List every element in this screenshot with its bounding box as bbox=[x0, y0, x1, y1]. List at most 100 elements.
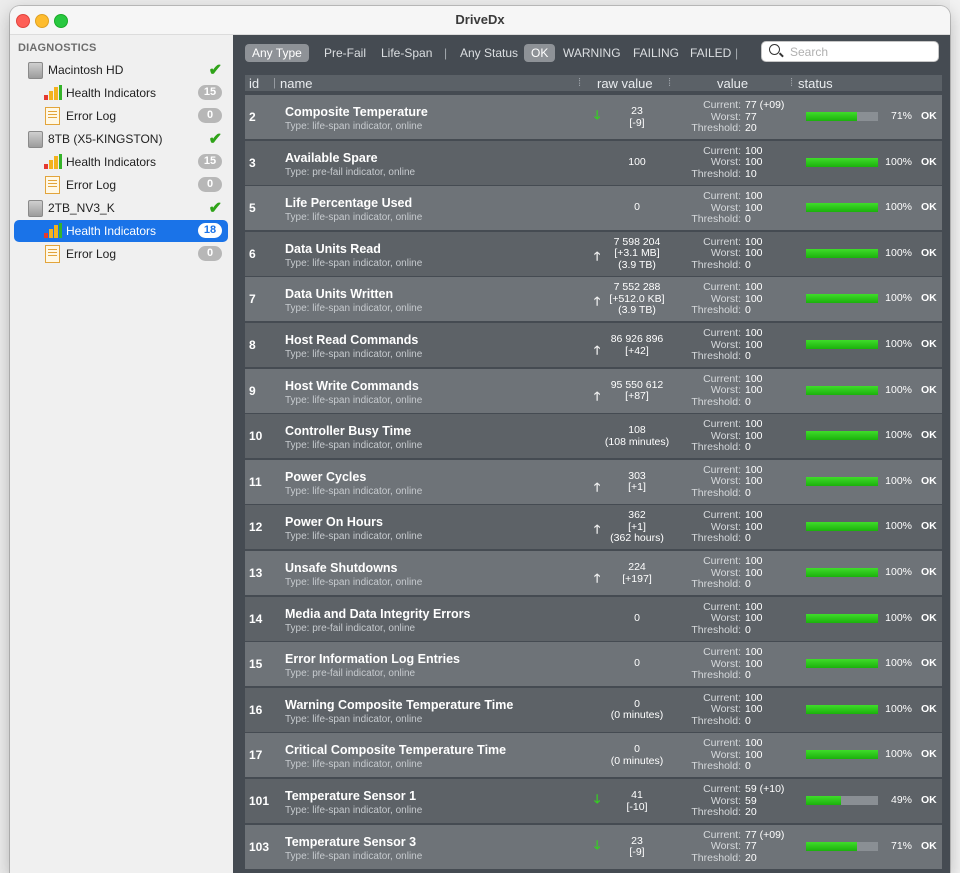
value-numbers: 100 100 0 bbox=[745, 282, 805, 317]
sidebar-drive[interactable]: 8TB (X5-KINGSTON) ✔ bbox=[14, 128, 228, 150]
row-type: Type: life-span indicator, online bbox=[285, 394, 423, 406]
table-row[interactable]: 101 Temperature Sensor 1 Type: life-span i… bbox=[245, 779, 942, 823]
raw-value-line: [-9] bbox=[629, 116, 645, 129]
raw-value-line: [+197] bbox=[622, 572, 652, 585]
filter-separator: | bbox=[444, 46, 448, 60]
table-row[interactable]: 8 Host Read Commands Type: life-span indic… bbox=[245, 323, 942, 367]
zoom-window-button[interactable] bbox=[54, 14, 68, 28]
filter-failed[interactable]: FAILED bbox=[690, 46, 731, 60]
raw-value: 108 (108 minutes) bbox=[597, 425, 677, 448]
health-bar-fill bbox=[806, 704, 878, 714]
table-row[interactable]: 16 Warning Composite Temperature Time Type… bbox=[245, 687, 942, 732]
close-window-button[interactable] bbox=[16, 14, 30, 28]
row-name: Data Units Written bbox=[285, 287, 394, 302]
health-bar bbox=[806, 431, 878, 441]
filter-pre-fail[interactable]: Pre-Fail bbox=[324, 46, 366, 60]
search-input[interactable] bbox=[788, 43, 932, 61]
threshold-label: Threshold: bbox=[691, 851, 741, 864]
sidebar-item-health-indicators[interactable]: Health Indicators 18 bbox=[14, 220, 228, 242]
sidebar: DIAGNOSTICS Macintosh HD ✔ Health Indicato… bbox=[10, 35, 233, 873]
value-numbers: 100 100 0 bbox=[745, 464, 805, 500]
filter-failing[interactable]: FAILING bbox=[633, 46, 679, 60]
search-field[interactable] bbox=[761, 41, 939, 62]
log-document-icon bbox=[45, 176, 60, 194]
sidebar-drive[interactable]: Macintosh HD ✔ bbox=[14, 59, 228, 81]
sidebar-item-label: Health Indicators bbox=[66, 155, 157, 169]
column-separator: | bbox=[273, 77, 276, 89]
status-label: OK bbox=[921, 246, 937, 259]
raw-value-line: 224 bbox=[628, 561, 646, 573]
table-row[interactable]: 15 Error Information Log Entries Type: pre… bbox=[245, 642, 942, 687]
health-bar bbox=[806, 613, 878, 623]
value-numbers: 100 100 10 bbox=[745, 145, 805, 181]
table-row[interactable]: 6 Data Units Read Type: life-span indicato… bbox=[245, 231, 942, 276]
value-labels: Current: Worst: Threshold: bbox=[685, 647, 741, 682]
table-row[interactable]: 17 Critical Composite Temperature Time Typ… bbox=[245, 733, 942, 778]
raw-value-line: [+1] bbox=[628, 481, 646, 494]
value-numbers: 100 100 0 bbox=[745, 191, 805, 226]
column-status[interactable]: status bbox=[798, 76, 833, 91]
row-id: 13 bbox=[249, 566, 263, 580]
raw-value-line: (0 minutes) bbox=[610, 754, 664, 767]
sidebar-item-error-log[interactable]: Error Log 0 bbox=[14, 105, 228, 127]
filter-any-type[interactable]: Any Type bbox=[245, 44, 309, 62]
raw-value-line: (362 hours) bbox=[610, 532, 664, 545]
sidebar-item-health-indicators[interactable]: Health Indicators 15 bbox=[14, 151, 228, 173]
status-label: OK bbox=[921, 155, 937, 168]
drive-name: 8TB (X5-KINGSTON) bbox=[48, 132, 163, 146]
filter-any-status[interactable]: Any Status bbox=[460, 46, 518, 60]
sidebar-drive[interactable]: 2TB_NV3_K ✔ bbox=[14, 197, 228, 219]
table-row[interactable]: 12 Power On Hours Type: life-span indicato… bbox=[245, 505, 942, 550]
row-type: Type: life-span indicator, online bbox=[285, 212, 423, 224]
threshold-value: 0 bbox=[745, 714, 751, 727]
table-row[interactable]: 14 Media and Data Integrity Errors Type: p… bbox=[245, 596, 942, 641]
table-row[interactable]: 9 Host Write Commands Type: life-span indi… bbox=[245, 368, 942, 413]
threshold-label: Threshold: bbox=[691, 532, 741, 545]
worst-label: Worst: bbox=[710, 840, 741, 853]
current-value: 100 bbox=[745, 418, 763, 431]
health-percent: 71% bbox=[890, 110, 912, 122]
filter-life-span[interactable]: Life-Span bbox=[381, 46, 432, 60]
filter-separator: | bbox=[735, 46, 739, 60]
app-window: DriveDx DIAGNOSTICS Macintosh HD ✔ Health … bbox=[10, 6, 950, 873]
column-id[interactable]: id bbox=[249, 76, 259, 91]
row-type: Type: life-span indicator, online bbox=[285, 759, 423, 771]
current-label: Current: bbox=[703, 327, 741, 339]
filter-ok[interactable]: OK bbox=[524, 44, 556, 62]
column-name[interactable]: name bbox=[280, 76, 313, 91]
row-id: 10 bbox=[249, 429, 263, 444]
health-bar-fill bbox=[806, 476, 878, 486]
threshold-value: 0 bbox=[745, 258, 751, 271]
table-row[interactable]: 3 Available Spare Type: pre-fail indicator… bbox=[245, 140, 942, 185]
current-label: Current: bbox=[703, 646, 741, 659]
threshold-label: Threshold: bbox=[691, 304, 741, 317]
row-name: Critical Composite Temperature Time bbox=[285, 743, 507, 758]
table-row[interactable]: 2 Composite Temperature Type: life-span in… bbox=[245, 95, 942, 139]
sidebar-item-health-indicators[interactable]: Health Indicators 15 bbox=[14, 82, 228, 104]
table-row[interactable]: 10 Controller Busy Time Type: life-span in… bbox=[245, 414, 942, 459]
value-numbers: 77 (+09) 77 20 bbox=[745, 829, 805, 865]
table-row[interactable]: 13 Unsafe Shutdowns Type: life-span indica… bbox=[245, 551, 942, 595]
minimize-window-button[interactable] bbox=[35, 14, 49, 28]
table-row[interactable]: 11 Power Cycles Type: life-span indicator,… bbox=[245, 459, 942, 504]
table-row[interactable]: 5 Life Percentage Used Type: life-span ind… bbox=[245, 186, 942, 231]
column-value[interactable]: value bbox=[717, 76, 748, 91]
value-numbers: 100 100 0 bbox=[745, 555, 805, 591]
value-numbers: 100 100 0 bbox=[745, 738, 805, 773]
column-raw-value[interactable]: raw value bbox=[597, 76, 653, 91]
health-bar bbox=[806, 385, 878, 395]
status-label: OK bbox=[921, 794, 937, 806]
raw-value: 0 (0 minutes) bbox=[597, 698, 677, 722]
sidebar-item-error-log[interactable]: Error Log 0 bbox=[14, 174, 228, 196]
sidebar-item-error-log[interactable]: Error Log 0 bbox=[14, 243, 228, 265]
value-numbers: 100 100 0 bbox=[745, 327, 805, 363]
raw-value-line: 0 bbox=[634, 657, 640, 670]
threshold-label: Threshold: bbox=[691, 395, 741, 408]
table-row[interactable]: 103 Temperature Sensor 3 Type: life-span i… bbox=[245, 824, 942, 869]
table-row[interactable]: 7 Data Units Written Type: life-span indic… bbox=[245, 277, 942, 322]
count-badge: 0 bbox=[198, 108, 222, 123]
filter-warning[interactable]: WARNING bbox=[563, 46, 621, 60]
row-id: 103 bbox=[249, 839, 270, 854]
row-id: 15 bbox=[249, 657, 263, 672]
raw-value: 224 [+197] bbox=[597, 561, 677, 585]
